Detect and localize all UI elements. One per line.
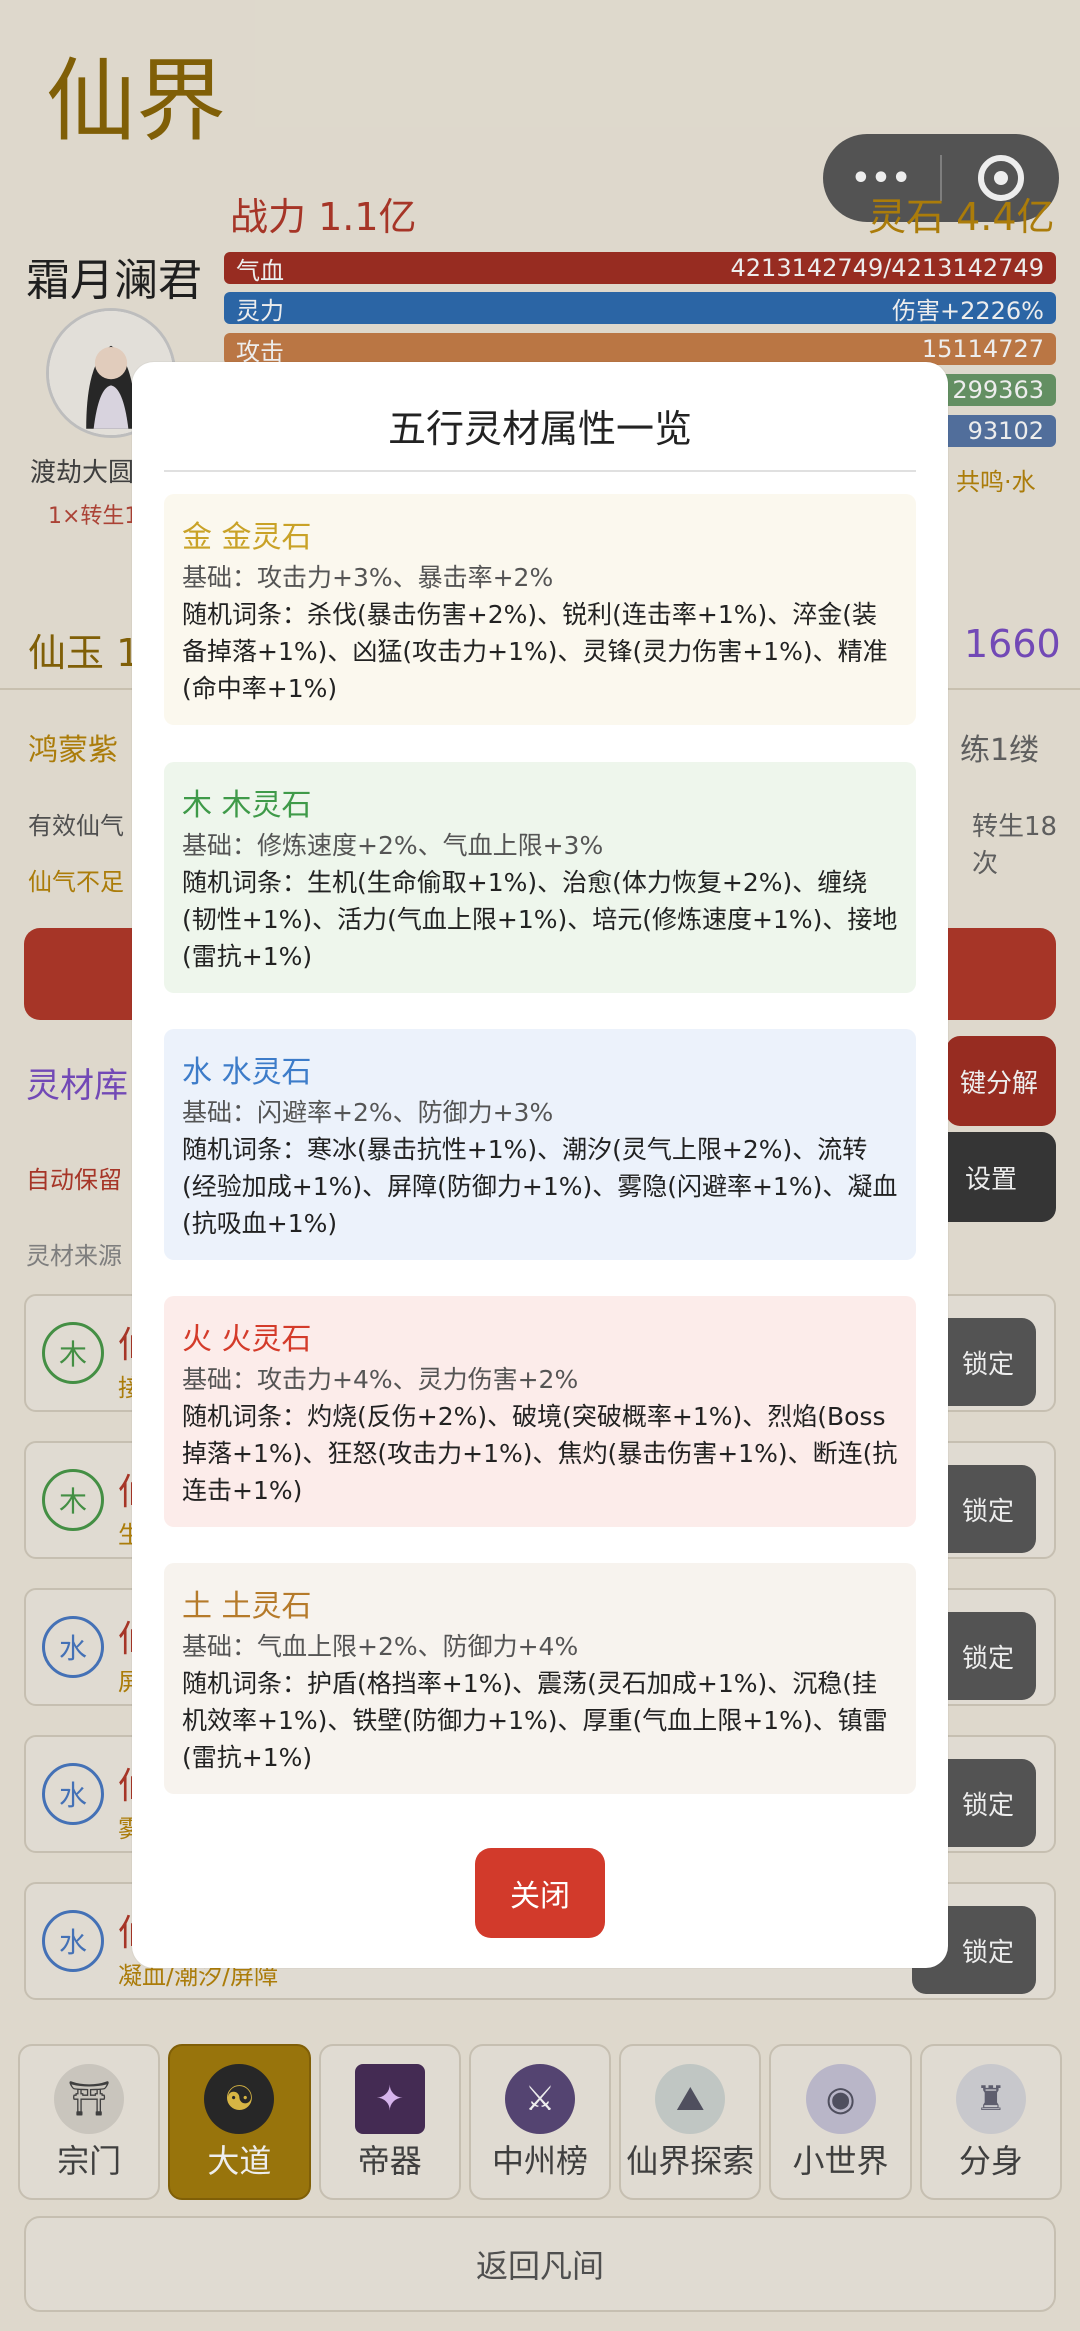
card-base: 基础：修炼速度+2%、气血上限+3% (182, 831, 604, 860)
modal-divider (164, 470, 916, 472)
modal-title: 五行灵材属性一览 (387, 407, 692, 451)
card-random: 随机词条：灼烧(反伤+2%)、破境(突破概率+1%)、烈焰(Boss掉落+1%)… (182, 1402, 898, 1505)
card-metal: 金 金灵石 基础：攻击力+3%、暴击率+2% 随机词条：杀伐(暴击伤害+2%)、… (164, 494, 916, 725)
card-base: 基础：气血上限+2%、防御力+4% (182, 1632, 579, 1661)
card-random: 随机词条：杀伐(暴击伤害+2%)、锐利(连击率+1%)、淬金(装备掉落+1%)、… (182, 600, 888, 703)
card-title: 木 木灵石 (182, 788, 312, 823)
card-title: 水 水灵石 (182, 1055, 312, 1090)
card-title: 金 金灵石 (182, 520, 312, 555)
card-random: 随机词条：生机(生命偷取+1%)、治愈(体力恢复+2%)、缠绕(韧性+1%)、活… (182, 868, 898, 971)
card-earth: 土 土灵石 基础：气血上限+2%、防御力+4% 随机词条：护盾(格挡率+1%)、… (164, 1563, 916, 1794)
card-random: 随机词条：寒冰(暴击抗性+1%)、潮汐(灵气上限+2%)、流转(经验加成+1%)… (182, 1135, 898, 1238)
card-water: 水 水灵石 基础：闪避率+2%、防御力+3% 随机词条：寒冰(暴击抗性+1%)、… (164, 1029, 916, 1260)
card-base: 基础：攻击力+3%、暴击率+2% (182, 563, 554, 592)
card-base: 基础：闪避率+2%、防御力+3% (182, 1098, 554, 1127)
card-random: 随机词条：护盾(格挡率+1%)、震荡(灵石加成+1%)、沉稳(挂机效率+1%)、… (182, 1669, 888, 1772)
card-title: 土 土灵石 (182, 1589, 312, 1624)
card-fire: 火 火灵石 基础：攻击力+4%、灵力伤害+2% 随机词条：灼烧(反伤+2%)、破… (164, 1296, 916, 1527)
close-button[interactable]: 关闭 (475, 1848, 605, 1938)
card-base: 基础：攻击力+4%、灵力伤害+2% (182, 1365, 579, 1394)
five-elements-modal: 五行灵材属性一览 金 金灵石 基础：攻击力+3%、暴击率+2% 随机词条：杀伐(… (132, 362, 948, 1968)
card-title: 火 火灵石 (182, 1322, 312, 1357)
card-wood: 木 木灵石 基础：修炼速度+2%、气血上限+3% 随机词条：生机(生命偷取+1%… (164, 762, 916, 993)
